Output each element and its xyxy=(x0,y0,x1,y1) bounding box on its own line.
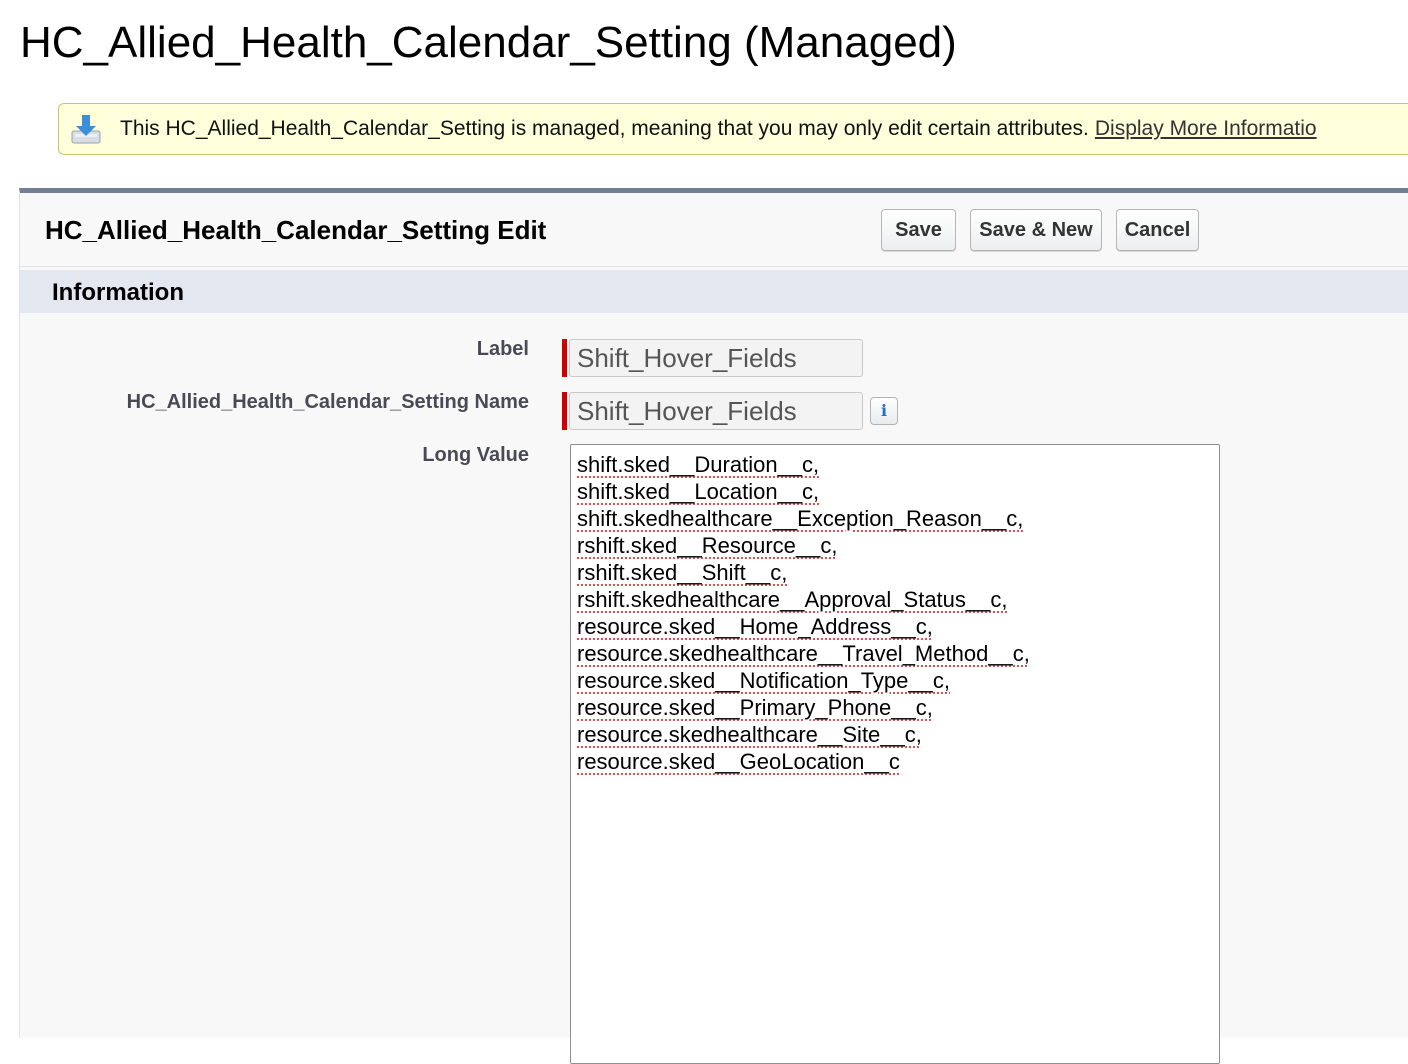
label-input[interactable] xyxy=(569,339,863,377)
long-value-line: resource.sked__Primary_Phone__c, xyxy=(577,695,933,720)
long-value-line: shift.sked__Location__c, xyxy=(577,479,820,504)
long-value-textarea[interactable]: shift.sked__Duration__c, shift.sked__Loc… xyxy=(570,444,1220,1064)
long-value-line: shift.skedhealthcare__Exception_Reason__… xyxy=(577,506,1024,531)
long-value-line: resource.sked__Notification_Type__c, xyxy=(577,668,950,693)
long-value-field-label: Long Value xyxy=(422,444,529,466)
cancel-button[interactable]: Cancel xyxy=(1116,209,1199,251)
edit-panel-title: HC_Allied_Health_Calendar_Setting Edit xyxy=(45,215,547,245)
name-input[interactable] xyxy=(569,392,863,430)
label-field-label: Label xyxy=(476,338,529,360)
name-field-label: HC_Allied_Health_Calendar_Setting Name xyxy=(126,391,529,413)
long-value-line: shift.sked__Duration__c, xyxy=(577,452,820,477)
managed-notice: This HC_Allied_Health_Calendar_Setting i… xyxy=(58,103,1408,155)
information-section-title: Information xyxy=(52,279,184,306)
display-more-info-link[interactable]: Display More Informatio xyxy=(1095,117,1317,140)
long-value-line: resource.sked__GeoLocation__c xyxy=(577,749,900,774)
notice-text: This HC_Allied_Health_Calendar_Setting i… xyxy=(120,117,1317,141)
page-title: HC_Allied_Health_Calendar_Setting (Manag… xyxy=(20,18,957,67)
long-value-line: resource.skedhealthcare__Travel_Method__… xyxy=(577,641,1030,666)
long-value-line: rshift.skedhealthcare__Approval_Status__… xyxy=(577,587,1008,612)
save-and-new-button[interactable]: Save & New xyxy=(970,209,1102,251)
info-icon[interactable]: i xyxy=(870,397,898,425)
download-tray-icon xyxy=(69,112,103,146)
long-value-line: rshift.sked__Shift__c, xyxy=(577,560,788,585)
edit-panel-header: HC_Allied_Health_Calendar_Setting Edit S… xyxy=(20,193,1408,267)
long-value-line: resource.sked__Home_Address__c, xyxy=(577,614,933,639)
required-indicator xyxy=(562,339,567,377)
long-value-line: rshift.sked__Resource__c, xyxy=(577,533,838,558)
save-button[interactable]: Save xyxy=(881,209,956,251)
edit-panel: HC_Allied_Health_Calendar_Setting Edit S… xyxy=(19,188,1408,1064)
notice-message: This HC_Allied_Health_Calendar_Setting i… xyxy=(120,117,1089,140)
long-value-line: resource.skedhealthcare__Site__c, xyxy=(577,722,922,747)
information-section-header: Information xyxy=(20,270,1408,313)
required-indicator xyxy=(562,392,567,430)
